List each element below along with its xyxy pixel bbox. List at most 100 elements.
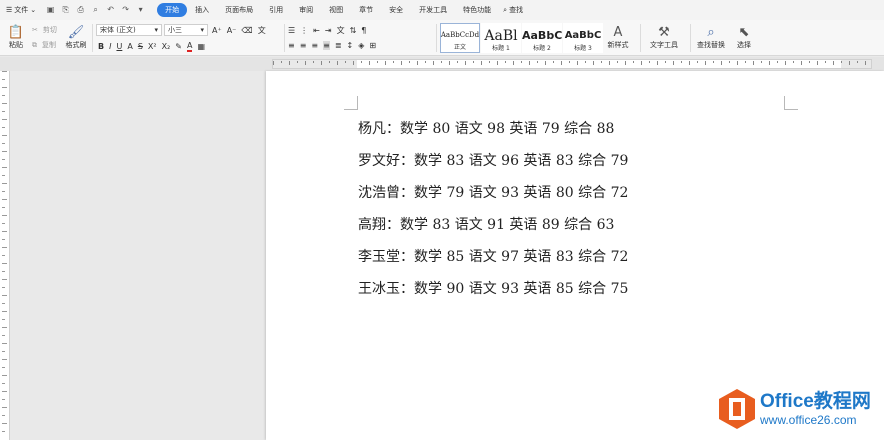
numbering-icon[interactable]: ⋮ — [300, 26, 308, 35]
print-icon[interactable]: ⎙ — [76, 5, 85, 15]
text-tools-button[interactable]: ⚒ 文字工具 — [645, 23, 683, 53]
font-size-select[interactable]: 小三 ▾ — [164, 24, 208, 36]
paragraph[interactable]: 高翔：数学 83 语文 91 英语 89 综合 63 — [358, 215, 628, 247]
borders-icon[interactable]: ⊞ — [369, 41, 376, 50]
customize-icon[interactable]: ▾ — [136, 5, 145, 15]
new-style-button[interactable]: A 新样式 — [603, 23, 633, 53]
ruler-tick — [593, 61, 594, 65]
font-color-icon[interactable]: A — [186, 41, 193, 52]
bold-icon[interactable]: B — [98, 42, 104, 51]
distribute-icon[interactable]: ≣ — [335, 41, 342, 50]
character-shading-icon[interactable]: ▦ — [197, 42, 205, 51]
vertical-ruler[interactable] — [0, 71, 10, 440]
sort-icon[interactable]: ⇅ — [350, 26, 357, 35]
ruler-tick — [289, 61, 290, 65]
cursor-icon: ⬉ — [738, 25, 750, 40]
font-name-select[interactable]: 宋体 (正文) ▾ — [96, 24, 162, 36]
copy-button[interactable]: ⧉ 复制 — [32, 40, 56, 50]
strikethrough-icon[interactable]: S — [138, 42, 143, 51]
superscript-icon[interactable]: X² — [148, 42, 157, 51]
bullets-icon[interactable]: ☰ — [288, 26, 295, 35]
align-center-icon[interactable]: ≡ — [300, 41, 307, 50]
tab-security[interactable]: 安全 — [381, 3, 411, 17]
document-body[interactable]: 杨凡：数学 80 语文 98 英语 79 综合 88 罗文好：数学 83 语文 … — [358, 119, 628, 311]
ruler-tick — [609, 61, 610, 65]
save-icon[interactable]: ▣ — [46, 5, 55, 15]
paragraph[interactable]: 李玉堂：数学 85 语文 97 英语 83 综合 72 — [358, 247, 628, 279]
tab-insert[interactable]: 插入 — [187, 3, 217, 17]
print-preview-icon[interactable]: ⌕ — [91, 5, 100, 15]
redo-icon[interactable]: ↷ — [121, 5, 130, 15]
horizontal-ruler[interactable] — [0, 57, 884, 71]
search-command[interactable]: ⌕ 查找 — [503, 5, 523, 15]
find-replace-button[interactable]: ⌕ 查找替换 — [692, 23, 730, 53]
subscript-icon[interactable]: X₂ — [162, 42, 171, 51]
ruler-tick — [393, 61, 394, 63]
style-heading-2[interactable]: AaBbC 标题 2 — [522, 23, 562, 53]
export-icon[interactable]: ⎘ — [61, 5, 70, 15]
tab-page-layout[interactable]: 页面布局 — [217, 3, 261, 17]
style-heading-1[interactable]: AaBl 标题 1 — [481, 23, 521, 53]
copy-label: 复制 — [42, 41, 56, 49]
ruler-tick — [2, 351, 5, 352]
tab-references[interactable]: 引用 — [261, 3, 291, 17]
grow-font-icon[interactable]: A⁺ — [212, 26, 222, 35]
format-painter-label: 格式刷 — [65, 41, 87, 49]
ruler-tick — [2, 311, 7, 312]
align-right-icon[interactable]: ≡ — [311, 41, 318, 50]
ruler-tick — [2, 263, 7, 264]
paragraph[interactable]: 罗文好：数学 83 语文 96 英语 83 综合 79 — [358, 151, 628, 183]
clear-format-icon[interactable]: ⌫ — [241, 26, 252, 35]
underline-icon[interactable]: U — [116, 42, 122, 51]
style-normal[interactable]: AaBbCcDd 正文 — [440, 23, 480, 53]
format-painter-button[interactable]: 🖌 格式刷 — [63, 23, 89, 53]
tab-home[interactable]: 开始 — [157, 3, 188, 17]
office-logo-icon — [718, 388, 756, 430]
select-button[interactable]: ⬉ 选择 — [732, 23, 756, 53]
style-heading-3[interactable]: AaBbC 标题 3 — [563, 23, 603, 53]
ruler-tick — [817, 61, 818, 65]
undo-icon[interactable]: ↶ — [106, 5, 115, 15]
align-left-icon[interactable]: ≡ — [288, 41, 295, 50]
ruler-tick — [2, 343, 7, 344]
highlight-icon[interactable]: ✎ — [175, 42, 182, 51]
italic-icon[interactable]: I — [109, 42, 111, 51]
ruler-tick — [497, 61, 498, 65]
ruler-tick — [2, 415, 5, 416]
font-style-tools: B I U A S X² X₂ ✎ A ▦ — [98, 41, 205, 52]
ruler-tick — [521, 61, 522, 63]
line-spacing-icon[interactable]: ↕ — [347, 41, 354, 50]
increase-indent-icon[interactable]: ⇥ — [325, 26, 332, 35]
find-replace-label: 查找替换 — [697, 41, 725, 49]
file-menu[interactable]: ☰ 文件 ⌄ — [6, 5, 36, 15]
tab-review[interactable]: 审阅 — [291, 3, 321, 17]
ruler-tick — [617, 61, 618, 63]
chinese-layout-icon[interactable]: 文 — [337, 25, 345, 36]
paragraph[interactable]: 王冰玉：数学 90 语文 93 英语 85 综合 75 — [358, 279, 628, 311]
shrink-font-icon[interactable]: A⁻ — [227, 26, 237, 35]
ruler-tick — [2, 383, 5, 384]
document-page[interactable]: 杨凡：数学 80 语文 98 英语 79 综合 88 罗文好：数学 83 语文 … — [266, 71, 884, 440]
show-marks-icon[interactable]: ¶ — [361, 26, 366, 35]
tab-special-features[interactable]: 特色功能 — [455, 3, 499, 17]
ruler-tick — [777, 61, 778, 63]
ruler-tick — [481, 61, 482, 65]
tab-developer[interactable]: 开发工具 — [411, 3, 455, 17]
ruler-tick — [2, 207, 5, 208]
ruler-tick — [313, 61, 314, 63]
ruler-tick — [681, 61, 682, 63]
justify-icon[interactable]: ≡ — [323, 41, 330, 50]
ruler-tick — [553, 61, 554, 63]
tab-view[interactable]: 视图 — [321, 3, 351, 17]
text-effect-icon[interactable]: A — [127, 42, 132, 51]
paste-button[interactable]: 📋 粘贴 — [4, 23, 28, 53]
font-size-tools: A⁺ A⁻ ⌫ 文 — [212, 25, 266, 36]
paragraph[interactable]: 沈浩曾：数学 79 语文 93 英语 80 综合 72 — [358, 183, 628, 215]
shading-icon[interactable]: ◈ — [358, 41, 364, 50]
ruler-tick — [2, 407, 7, 408]
cut-button[interactable]: ✂ 剪切 — [32, 25, 57, 35]
phonetic-guide-icon[interactable]: 文 — [258, 25, 266, 36]
tab-chapter[interactable]: 章节 — [351, 3, 381, 17]
decrease-indent-icon[interactable]: ⇤ — [313, 26, 320, 35]
paragraph[interactable]: 杨凡：数学 80 语文 98 英语 79 综合 88 — [358, 119, 628, 151]
